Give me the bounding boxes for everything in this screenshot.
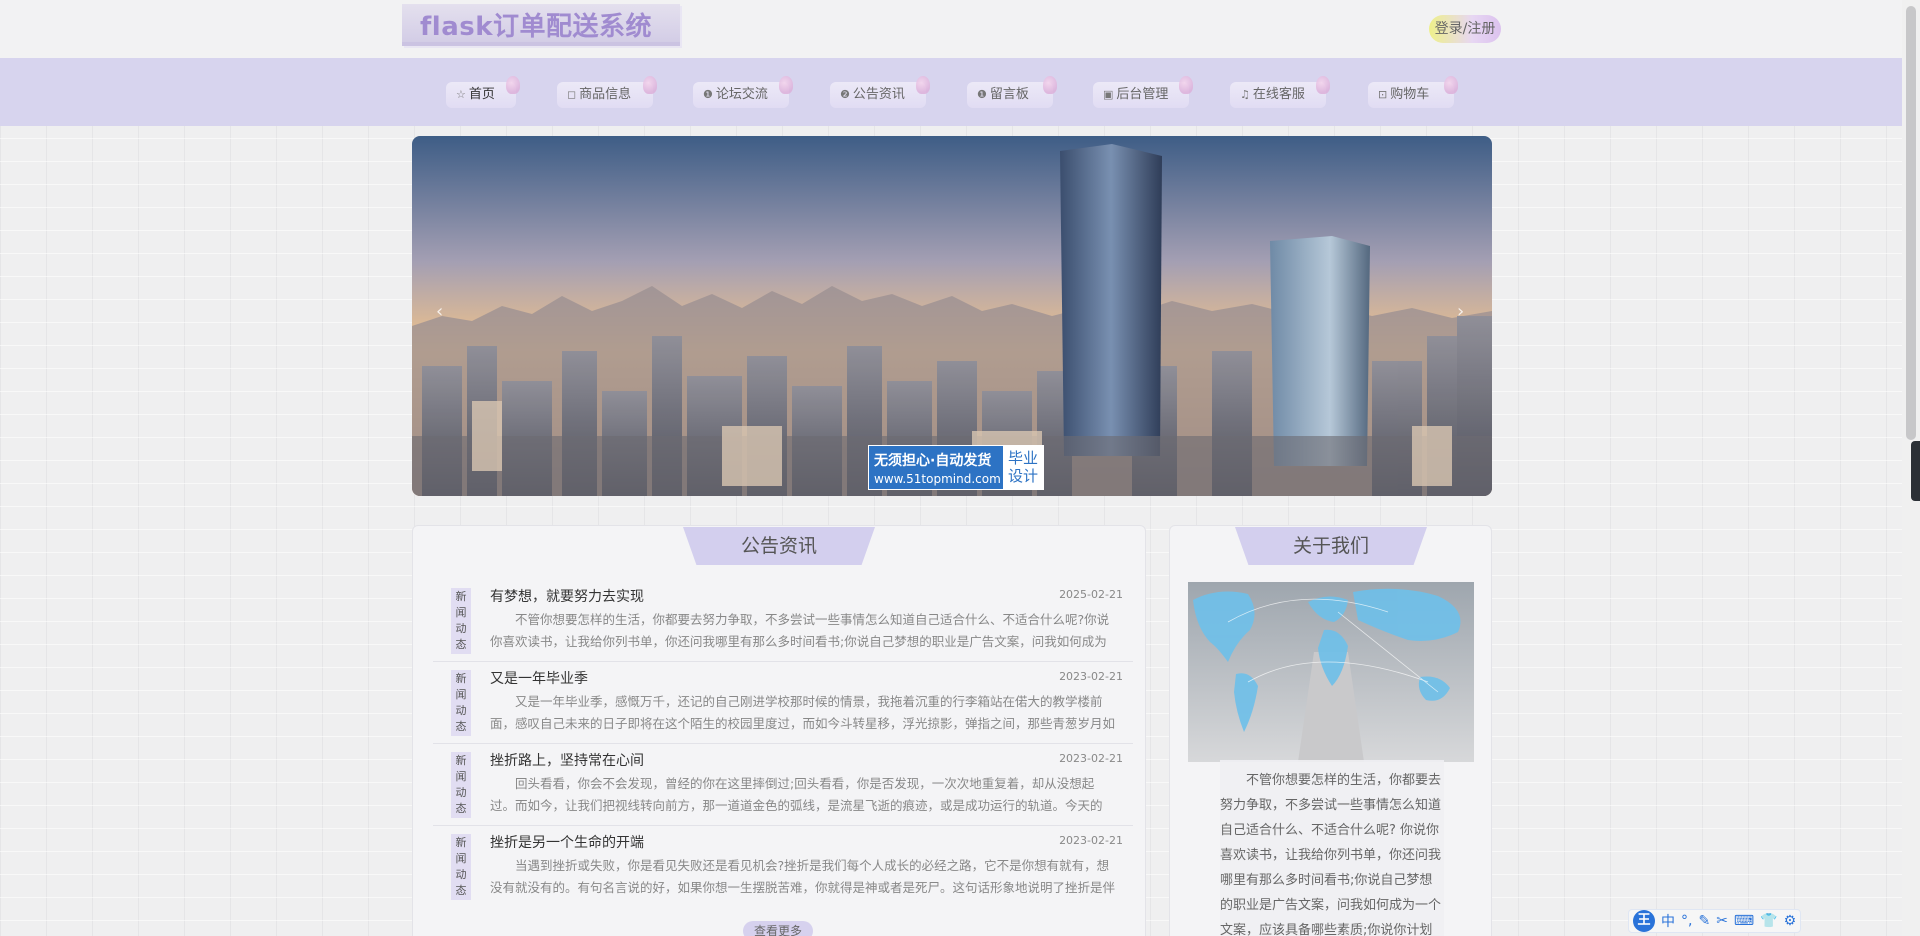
news-summary: 回头看看，你会不会发现，曾经的你在这里摔倒过;回头看看，你是否发现，一次次地重复… <box>490 776 1103 813</box>
bubble-decoration <box>506 76 520 94</box>
nav-item-label: 公告资讯 <box>852 87 905 102</box>
promo-main-text: 无须担心·自动发货 <box>874 453 992 469</box>
main-nav: ☆ 首页 ◻ 商品信息 ❶ 论坛交流 ❷ 公告资讯 ❶ 留言板 ▣ 后台管理 ♫ 在线客服 ⊡… <box>0 58 1902 126</box>
carousel-next-arrow[interactable]: › <box>1457 301 1464 322</box>
news-tag: 新闻动态 <box>451 588 471 654</box>
view-more-button[interactable]: 查看更多 <box>743 921 813 936</box>
scrollbar-thumb[interactable] <box>1906 6 1916 440</box>
nav-item-label: 后台管理 <box>1116 87 1169 102</box>
nav-item-announcements[interactable]: ❷ 公告资讯 <box>830 76 930 108</box>
news-date: 2023-02-21 <box>1059 670 1123 683</box>
nav-item-customer-service[interactable]: ♫ 在线客服 <box>1230 76 1330 108</box>
bag-icon: ◻ <box>567 88 577 101</box>
news-date: 2025-02-21 <box>1059 588 1123 601</box>
site-logo[interactable]: flask订单配送系统 <box>402 4 680 46</box>
ime-scissors-icon[interactable]: ✂ <box>1716 913 1728 929</box>
nav-item-label: 商品信息 <box>579 87 632 102</box>
nav-item-cart[interactable]: ⊡ 购物车 <box>1368 76 1458 108</box>
nav-item-label: 论坛交流 <box>715 87 768 102</box>
news-item[interactable]: 新闻动态 有梦想，就要努力去实现 2025-02-21 不管你想要怎样的生活，你… <box>433 582 1133 662</box>
side-tab-handle[interactable] <box>1911 441 1920 501</box>
news-tag: 新闻动态 <box>451 752 471 818</box>
news-item[interactable]: 新闻动态 挫折路上，坚持常在心间 2023-02-21 回头看看，你会不会发现，… <box>433 746 1133 826</box>
news-date: 2023-02-21 <box>1059 834 1123 847</box>
star-icon: ☆ <box>456 88 466 101</box>
ime-punctuation-icon[interactable]: °, <box>1681 913 1692 929</box>
question-icon: ❷ <box>840 88 850 101</box>
site-logo-text: flask订单配送系统 <box>420 12 653 42</box>
bubble-decoration <box>1179 76 1193 94</box>
ime-logo-icon[interactable]: 王 <box>1633 910 1655 932</box>
promo-side-text: 毕业 设计 <box>1003 446 1043 489</box>
info-icon: ❶ <box>703 88 713 101</box>
hero-carousel[interactable]: ‹ › 无须担心·自动发货 www.51topmind.com 毕业 设计 <box>412 136 1492 496</box>
nav-item-admin[interactable]: ▣ 后台管理 <box>1093 76 1193 108</box>
ime-skin-icon[interactable]: 👕 <box>1760 913 1777 929</box>
nav-item-home[interactable]: ☆ 首页 <box>446 76 520 108</box>
news-summary: 不管你想要怎样的生活，你都要去努力争取，不多尝试一些事情怎么知道自己适合什么、不… <box>490 612 1110 649</box>
city-skyline-image <box>412 136 1492 496</box>
about-text: 不管你想要怎样的生活，你都要去努力争取，不多尝试一些事情怎么知道自己适合什么、不… <box>1220 760 1444 936</box>
top-bar: flask订单配送系统 登录/注册 <box>0 0 1902 58</box>
bubble-decoration <box>779 76 793 94</box>
bubble-decoration <box>916 76 930 94</box>
bubble-decoration <box>643 76 657 94</box>
bubble-decoration <box>1043 76 1057 94</box>
news-item[interactable]: 新闻动态 挫折是另一个生命的开端 2023-02-21 当遇到挫折或失败，你是看… <box>433 828 1133 908</box>
about-panel: 关于我们 不管你想要怎样的生活，你都要去努力争取，不多尝试一些事情怎么知道自己适… <box>1169 525 1492 936</box>
nav-item-label: 留言板 <box>989 87 1029 102</box>
nav-item-guestbook[interactable]: ❶ 留言板 <box>967 76 1057 108</box>
news-date: 2023-02-21 <box>1059 752 1123 765</box>
nav-item-products[interactable]: ◻ 商品信息 <box>557 76 657 108</box>
ime-keyboard-icon[interactable]: ⌨ <box>1734 913 1754 929</box>
news-summary: 又是一年毕业季，感慨万千，还记的自己刚进学校那时候的情景，我拖着沉重的行李箱站在… <box>490 694 1116 731</box>
news-summary: 当遇到挫折或失败，你是看见失败还是看见机会?挫折是我们每个人成长的必经之路，它不… <box>490 858 1116 895</box>
news-panel-title: 公告资讯 <box>683 527 875 565</box>
promo-url: www.51topmind.com <box>874 472 1001 486</box>
news-title[interactable]: 挫折是另一个生命的开端 <box>490 832 644 852</box>
info-icon: ❶ <box>977 88 987 101</box>
promo-main: 无须担心·自动发货 www.51topmind.com <box>869 446 1003 489</box>
nav-item-label: 购物车 <box>1390 87 1430 102</box>
nav-item-forum[interactable]: ❶ 论坛交流 <box>693 76 793 108</box>
news-tag: 新闻动态 <box>451 834 471 900</box>
nav-item-label: 在线客服 <box>1252 87 1305 102</box>
login-register-button[interactable]: 登录/注册 <box>1429 15 1501 43</box>
headset-icon: ♫ <box>1240 88 1250 101</box>
news-tag: 新闻动态 <box>451 670 471 736</box>
news-item[interactable]: 新闻动态 又是一年毕业季 2023-02-21 又是一年毕业季，感慨万千，还记的… <box>433 664 1133 744</box>
briefcase-icon: ▣ <box>1103 88 1114 101</box>
cart-icon: ⊡ <box>1378 88 1388 101</box>
ime-toolbar[interactable]: 王 中 °, ✎ ✂ ⌨ 👕 ⚙ <box>1628 909 1802 933</box>
news-title[interactable]: 有梦想，就要努力去实现 <box>490 586 644 606</box>
carousel-prev-arrow[interactable]: ‹ <box>436 301 443 322</box>
bubble-decoration <box>1444 76 1458 94</box>
nav-item-label: 首页 <box>468 87 495 102</box>
news-panel: 公告资讯 新闻动态 有梦想，就要努力去实现 2025-02-21 不管你想要怎样… <box>412 525 1146 936</box>
ime-pen-icon[interactable]: ✎ <box>1698 913 1710 929</box>
ime-chinese-icon[interactable]: 中 <box>1661 911 1675 931</box>
bubble-decoration <box>1316 76 1330 94</box>
ime-settings-icon[interactable]: ⚙ <box>1784 913 1797 929</box>
about-panel-title: 关于我们 <box>1235 527 1427 565</box>
news-title[interactable]: 挫折路上，坚持常在心间 <box>490 750 644 770</box>
promo-badge[interactable]: 无须担心·自动发货 www.51topmind.com 毕业 设计 <box>868 445 1044 490</box>
news-title[interactable]: 又是一年毕业季 <box>490 668 588 688</box>
world-map-image <box>1188 582 1474 762</box>
